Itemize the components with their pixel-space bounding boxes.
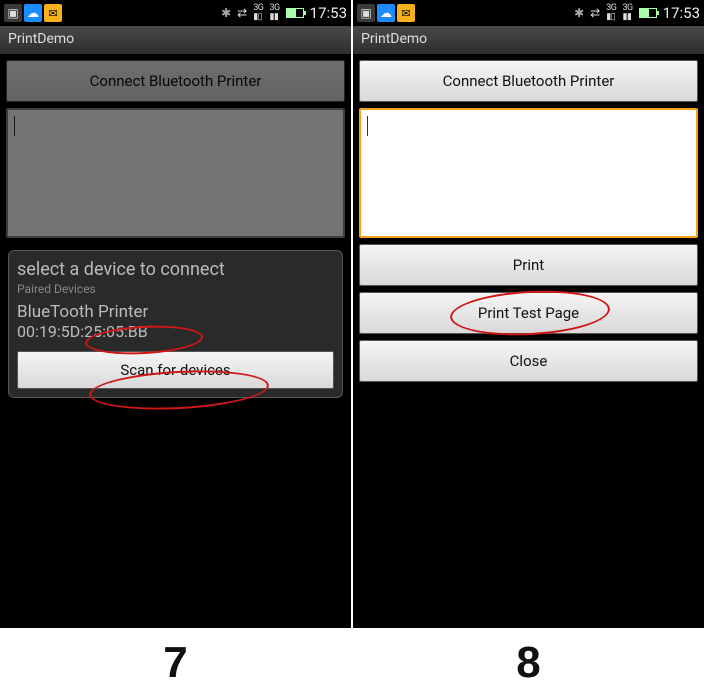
bluetooth-icon: ✱ (574, 6, 584, 20)
close-button[interactable]: Close (359, 340, 698, 382)
wifi-p2p-icon: ⇄ (237, 6, 247, 20)
print-test-page-button[interactable]: Print Test Page (359, 292, 698, 334)
clock: 17:53 (310, 4, 347, 22)
signal-3g-1-icon: 3G▮▯ (606, 4, 616, 22)
figure-label-8: 8 (353, 638, 704, 688)
dialog-title: select a device to connect (17, 259, 334, 280)
battery-icon (639, 8, 657, 18)
app-title: PrintDemo (353, 26, 704, 54)
status-bar: ▣ ☁ ✉ ✱ ⇄ 3G▮▯ 3G▮▮ 17:53 (353, 0, 704, 26)
cloud-icon: ☁ (377, 4, 395, 22)
gallery-icon: ▣ (357, 4, 375, 22)
signal-3g-2-icon: 3G▮▮ (269, 4, 279, 22)
gallery-icon: ▣ (4, 4, 22, 22)
figure-labels: 7 8 (0, 638, 706, 688)
print-test-page-label: Print Test Page (478, 304, 579, 322)
paired-device-name[interactable]: BlueTooth Printer (17, 302, 334, 322)
bluetooth-icon: ✱ (221, 6, 231, 20)
paired-device-address: 00:19:5D:25:05:BB (17, 322, 334, 341)
print-text-input[interactable] (359, 108, 698, 238)
cloud-icon: ☁ (24, 4, 42, 22)
mail-icon: ✉ (44, 4, 62, 22)
mail-icon: ✉ (397, 4, 415, 22)
connect-bluetooth-button[interactable]: Connect Bluetooth Printer (359, 60, 698, 102)
wifi-p2p-icon: ⇄ (590, 6, 600, 20)
phone-screen-8: ▣ ☁ ✉ ✱ ⇄ 3G▮▯ 3G▮▮ 17:53 PrintDemo Conn… (353, 0, 704, 628)
status-bar: ▣ ☁ ✉ ✱ ⇄ 3G▮▯ 3G▮▮ 17:53 (0, 0, 351, 26)
print-text-input[interactable] (6, 108, 345, 238)
figure-label-7: 7 (0, 638, 351, 688)
app-title: PrintDemo (0, 26, 351, 54)
device-select-dialog: select a device to connect Paired Device… (8, 250, 343, 398)
connect-bluetooth-button[interactable]: Connect Bluetooth Printer (6, 60, 345, 102)
dialog-subtitle: Paired Devices (17, 282, 334, 296)
signal-3g-2-icon: 3G▮▮ (622, 4, 632, 22)
signal-3g-1-icon: 3G▮▯ (253, 4, 263, 22)
battery-icon (286, 8, 304, 18)
print-button[interactable]: Print (359, 244, 698, 286)
phone-screen-7: ▣ ☁ ✉ ✱ ⇄ 3G▮▯ 3G▮▮ 17:53 PrintDemo Conn… (0, 0, 351, 628)
scan-devices-button[interactable]: Scan for devices (17, 351, 334, 389)
clock: 17:53 (663, 4, 700, 22)
